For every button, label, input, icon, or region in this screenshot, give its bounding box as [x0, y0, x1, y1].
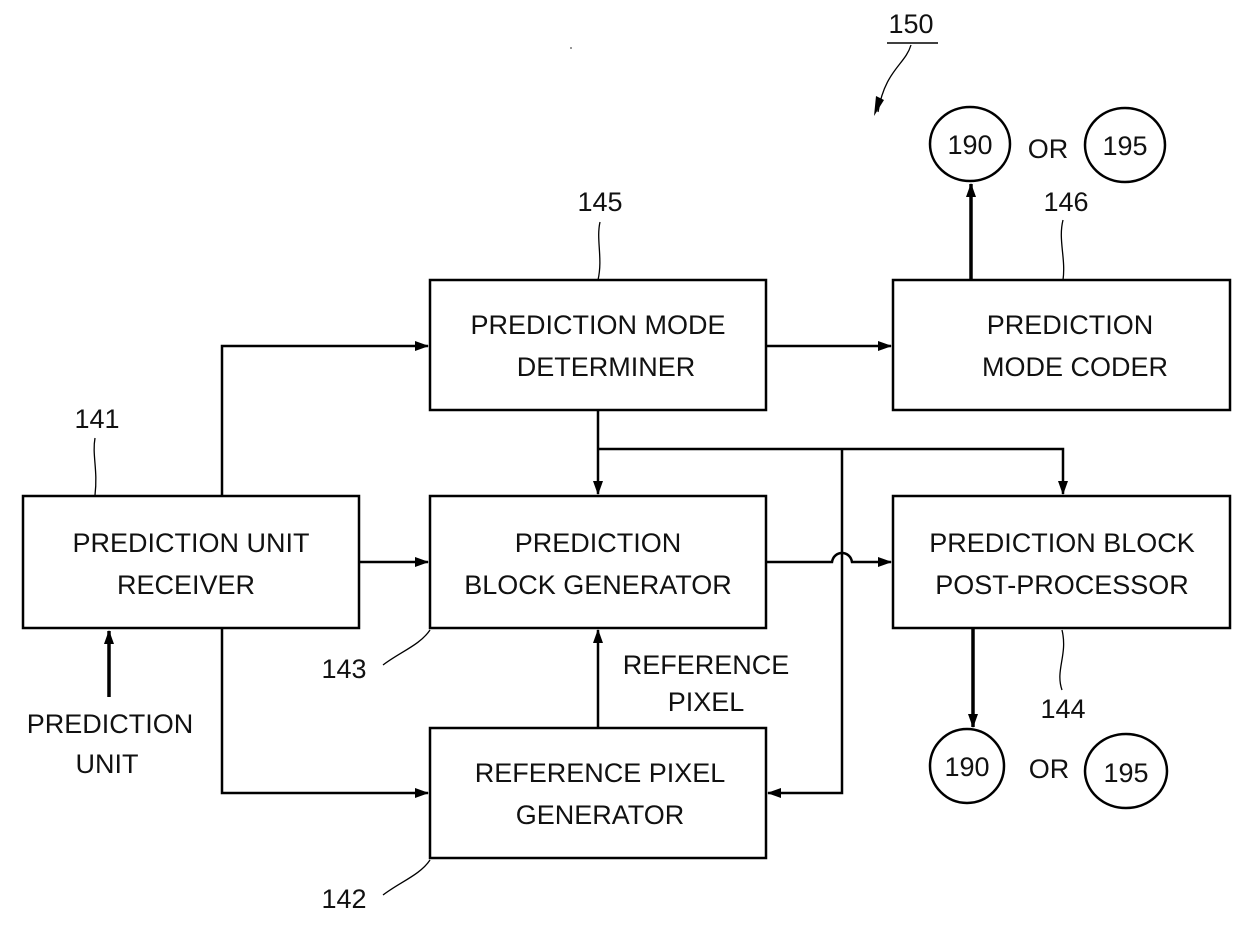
- block-prediction-unit-receiver: PREDICTION UNIT RECEIVER: [21, 494, 361, 630]
- figure-ref-arrow: [877, 44, 912, 113]
- figure-ref-number: 150: [888, 9, 933, 39]
- output-label-195: 195: [1103, 758, 1148, 788]
- figure-ref-arrowhead: [874, 96, 884, 116]
- output-bottom: 190 OR 195: [928, 727, 1169, 810]
- block-reference-pixel-generator: REFERENCE PIXEL GENERATOR: [428, 726, 768, 860]
- block-prediction-mode-determiner: PREDICTION MODE DETERMINER: [428, 278, 768, 412]
- output-label-190: 190: [944, 752, 989, 782]
- ref-label-145: 145: [577, 187, 622, 217]
- ref-leader-145: [597, 221, 601, 281]
- block-label-line2: GENERATOR: [516, 800, 685, 830]
- output-label-190: 190: [947, 130, 992, 160]
- arrow-receiver-to-mode-determiner: [220, 341, 429, 496]
- arrow-receiver-to-ref-pixel-generator: [220, 628, 429, 798]
- output-label-195: 195: [1102, 131, 1147, 161]
- output-or-label: OR: [1028, 134, 1069, 164]
- arrow-block-generator-to-post-processor: [766, 551, 892, 567]
- block-prediction-block-post-processor: PREDICTION BLOCK POST-PROCESSOR: [891, 494, 1232, 630]
- block-label-line1: PREDICTION: [515, 528, 682, 558]
- input-label-line2: UNIT: [76, 749, 139, 779]
- prediction-block-diagram: 150 PREDICTION UNIT RECEIVER 141 PREDICT…: [21, 9, 1232, 914]
- ref-leader-143: [382, 629, 431, 666]
- input-label-line1: PREDICTION: [27, 709, 194, 739]
- reference-pixel-label-line1: REFERENCE: [623, 650, 790, 680]
- ref-label-142: 142: [321, 884, 366, 914]
- output-top: 190 OR 195: [928, 105, 1167, 184]
- arrow-mode-determiner-to-post-processor: [598, 447, 1068, 495]
- block-label-line1: PREDICTION UNIT: [72, 528, 309, 558]
- block-label-line1: PREDICTION BLOCK: [929, 528, 1195, 558]
- ref-leader-144: [1059, 629, 1065, 691]
- block-label-line1: PREDICTION MODE: [470, 310, 725, 340]
- ref-leader-146: [1060, 219, 1065, 281]
- block-label-line2: POST-PROCESSOR: [935, 570, 1189, 600]
- block-label-line2: MODE CODER: [982, 352, 1168, 382]
- ref-label-146: 146: [1043, 187, 1088, 217]
- block-label-line1: REFERENCE PIXEL: [475, 758, 726, 788]
- ref-label-143: 143: [321, 654, 366, 684]
- block-label-line1: PREDICTION: [987, 310, 1154, 340]
- reference-pixel-label-line2: PIXEL: [668, 687, 745, 717]
- ref-leader-142: [382, 859, 431, 896]
- output-or-label: OR: [1029, 754, 1070, 784]
- block-label-line2: RECEIVER: [117, 570, 255, 600]
- block-label-line2: BLOCK GENERATOR: [464, 570, 732, 600]
- block-prediction-block-generator: PREDICTION BLOCK GENERATOR: [428, 494, 768, 630]
- arrow-mode-determiner-to-ref-pixel-generator: [767, 449, 844, 798]
- block-prediction-mode-coder: PREDICTION MODE CODER: [891, 278, 1232, 412]
- block-label-line2: DETERMINER: [517, 352, 696, 382]
- ref-label-141: 141: [74, 404, 119, 434]
- ref-label-144: 144: [1040, 694, 1085, 724]
- ref-leader-141: [93, 437, 97, 496]
- scan-artifact-dot: [570, 47, 572, 49]
